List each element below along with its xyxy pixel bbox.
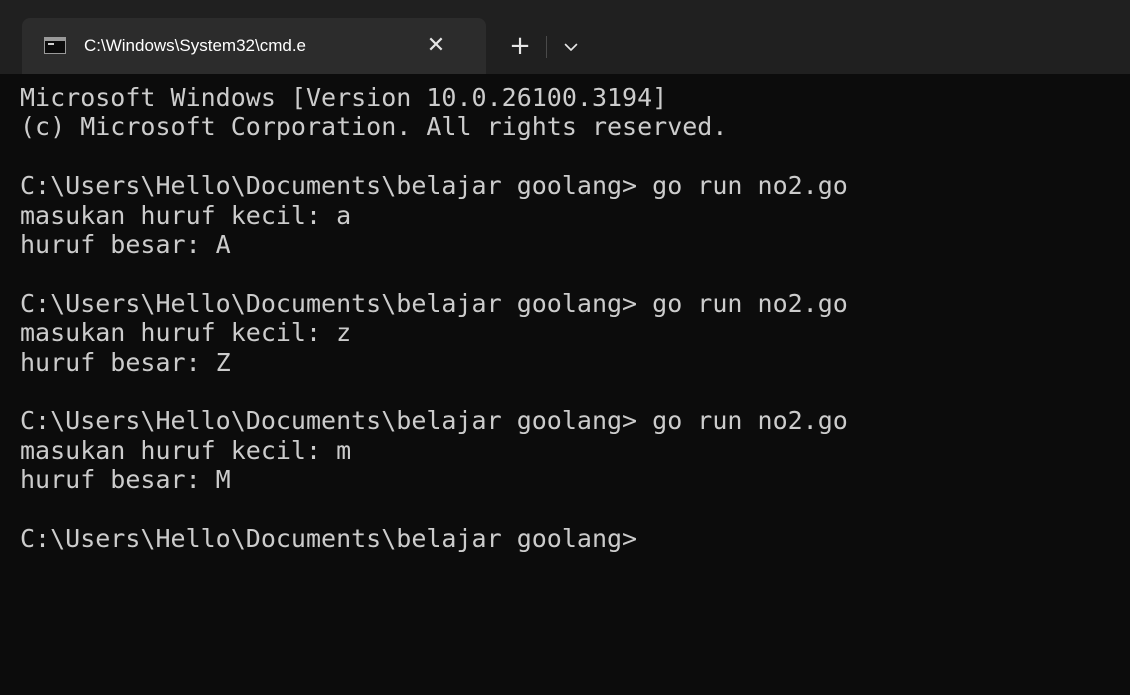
- console-line: C:\Users\Hello\Documents\belajar goolang…: [20, 406, 848, 436]
- console-line: huruf besar: A: [20, 229, 231, 259]
- console-line: C:\Users\Hello\Documents\belajar goolang…: [20, 288, 848, 318]
- console-line: C:\Users\Hello\Documents\belajar goolang…: [20, 171, 848, 201]
- console-line: masukan huruf kecil: z: [20, 318, 352, 348]
- chevron-down-icon[interactable]: [554, 30, 588, 64]
- close-icon[interactable]: ✕: [418, 28, 454, 64]
- tab-title: C:\Windows\System32\cmd.e: [84, 36, 307, 55]
- command-prompt-icon: [44, 37, 66, 54]
- console-line: masukan huruf kecil: m: [20, 435, 352, 465]
- terminal-window: C:\Windows\System32\cmd.e ✕ + Microsoft …: [0, 0, 1130, 695]
- title-bar: C:\Windows\System32\cmd.e ✕ +: [0, 0, 1130, 74]
- console-line: C:\Users\Hello\Documents\belajar goolang…: [20, 523, 638, 553]
- console-line: huruf besar: Z: [20, 347, 231, 377]
- new-tab-button[interactable]: +: [502, 28, 538, 64]
- tab-cmd[interactable]: C:\Windows\System32\cmd.e ✕: [22, 18, 486, 74]
- console-line: Microsoft Windows [Version 10.0.26100.31…: [20, 83, 668, 112]
- console-output[interactable]: Microsoft Windows [Version 10.0.26100.31…: [0, 74, 1130, 695]
- console-line: huruf besar: M: [20, 465, 231, 495]
- console-line: masukan huruf kecil: a: [20, 200, 352, 230]
- toolbar-divider: [546, 36, 547, 58]
- console-line: (c) Microsoft Corporation. All rights re…: [20, 112, 728, 142]
